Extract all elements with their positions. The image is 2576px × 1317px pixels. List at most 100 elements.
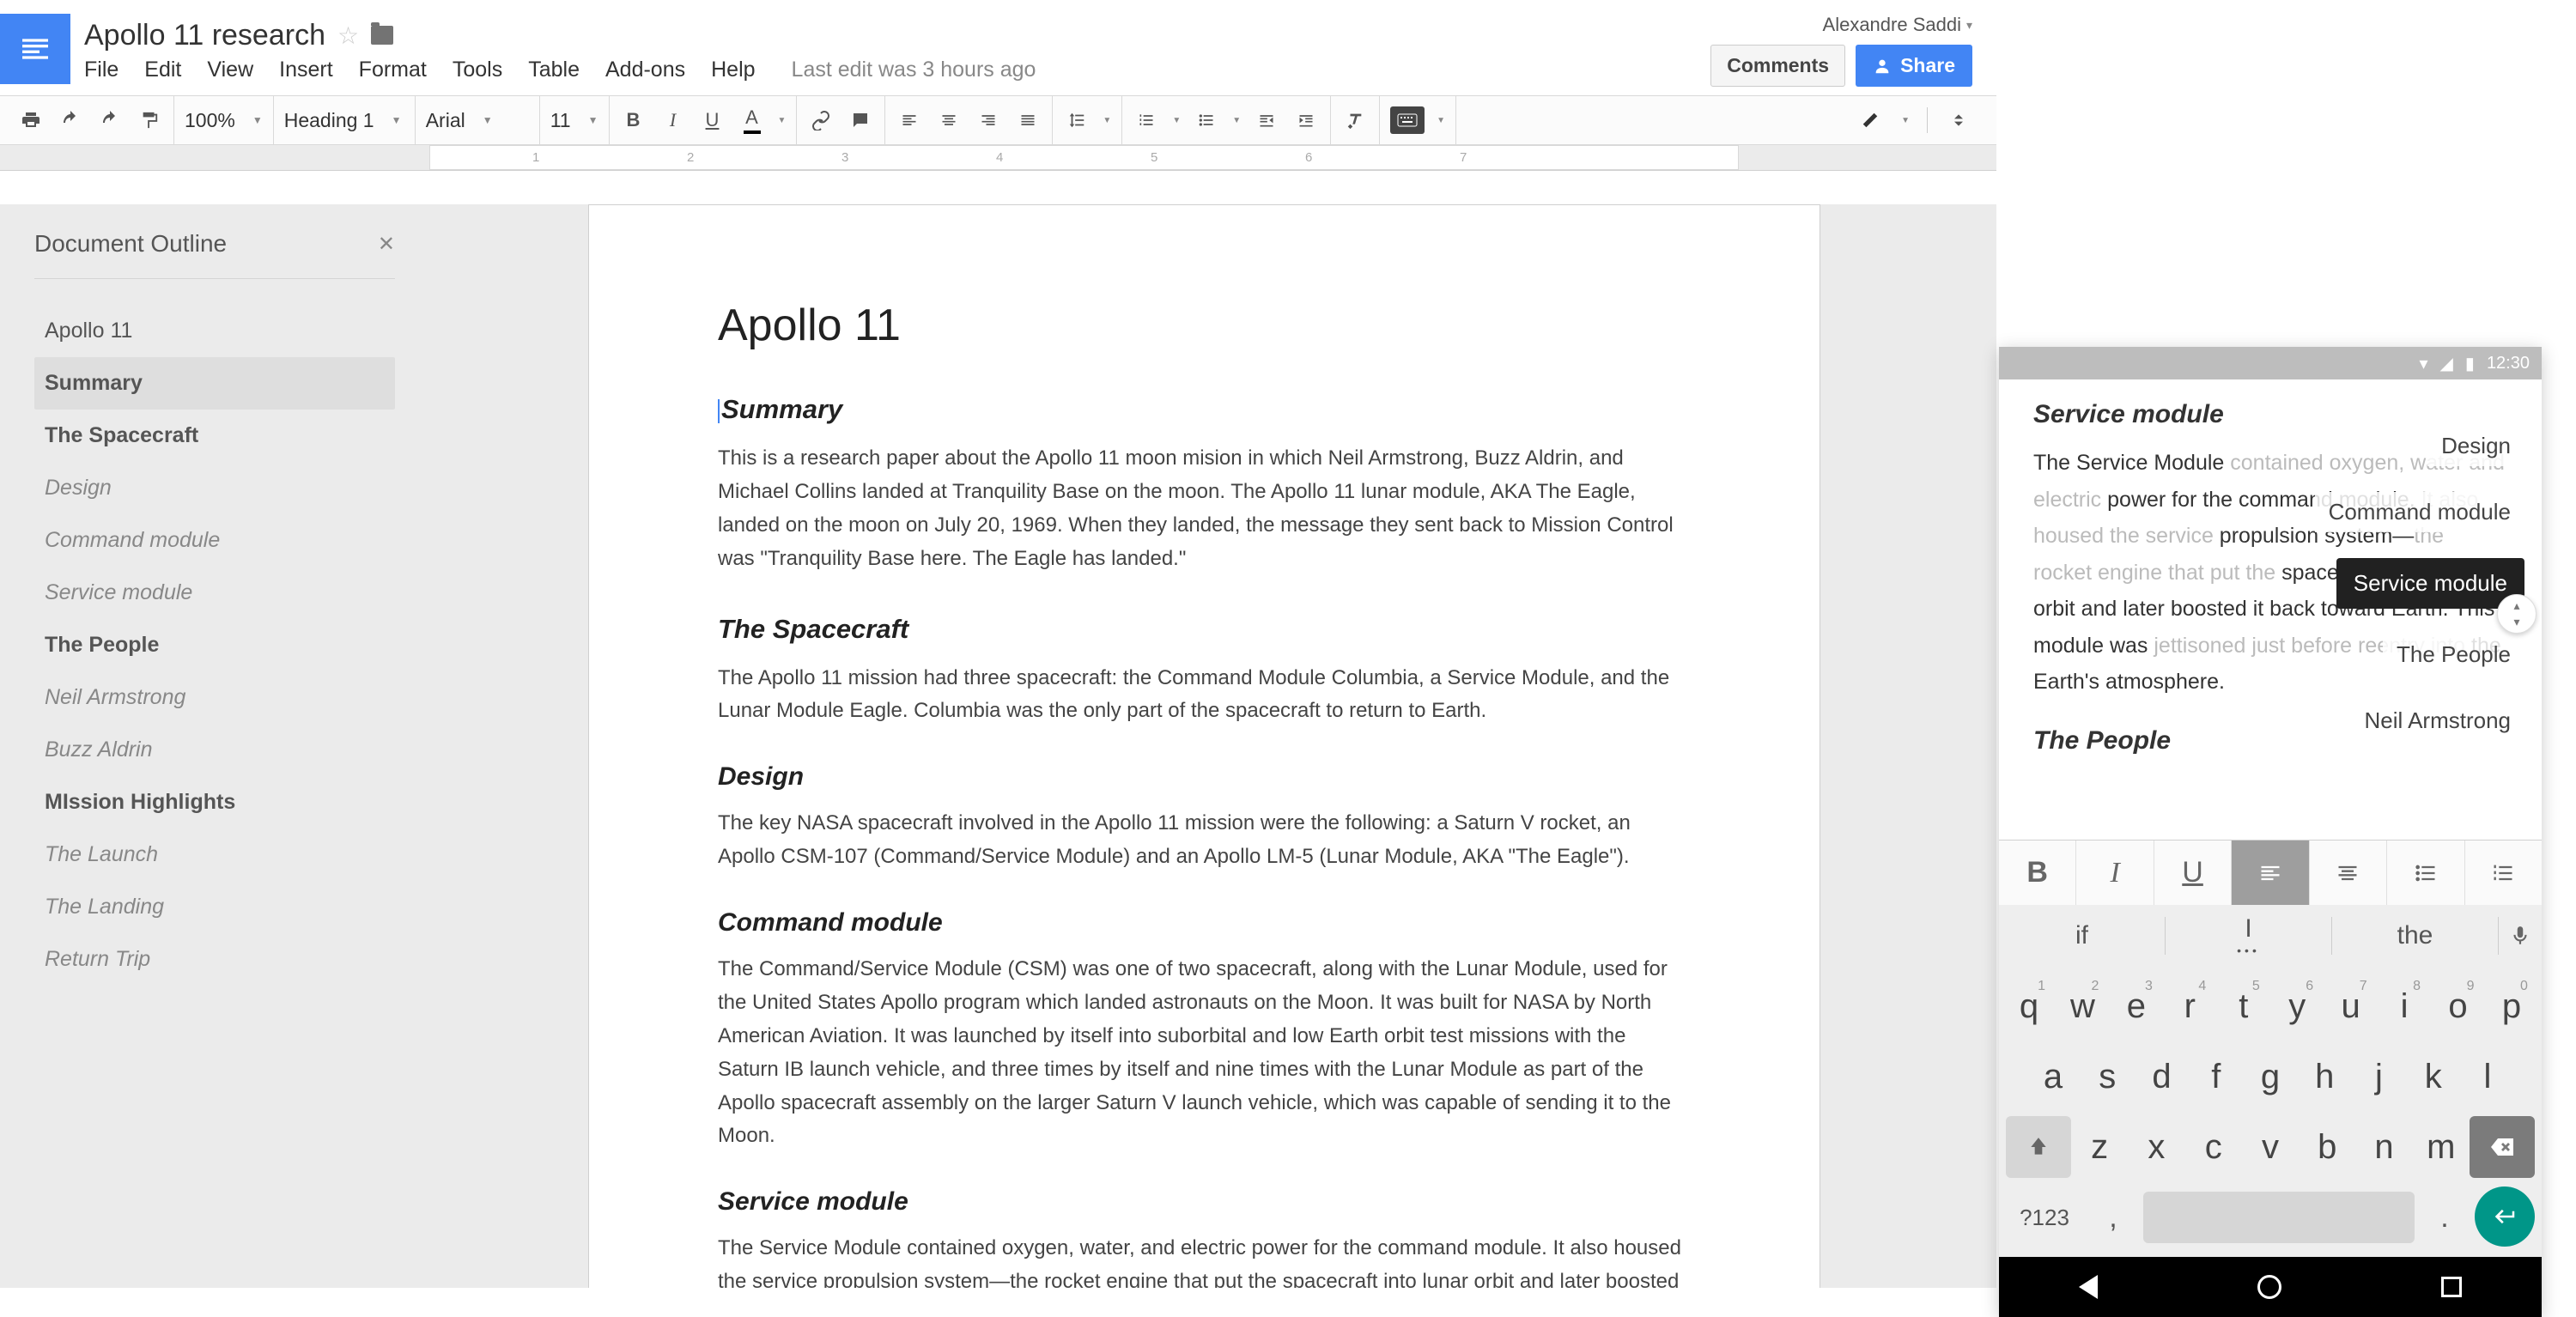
menu-tools[interactable]: Tools bbox=[453, 58, 502, 82]
document-page[interactable]: Apollo 11 SummaryThis is a research pape… bbox=[588, 204, 1820, 1288]
key-i[interactable]: i8 bbox=[2381, 975, 2427, 1037]
period-key[interactable]: . bbox=[2423, 1187, 2466, 1248]
key-r[interactable]: r4 bbox=[2166, 975, 2213, 1037]
key-c[interactable]: c bbox=[2190, 1116, 2237, 1178]
menu-format[interactable]: Format bbox=[359, 58, 427, 82]
suggestion-2[interactable]: I••• bbox=[2166, 917, 2332, 954]
mobile-bulleted-list-button[interactable] bbox=[2387, 841, 2464, 905]
align-right-icon[interactable] bbox=[975, 106, 1002, 134]
key-a[interactable]: a bbox=[2030, 1046, 2076, 1108]
key-e[interactable]: e3 bbox=[2113, 975, 2160, 1037]
enter-key[interactable] bbox=[2475, 1187, 2535, 1247]
outline-item[interactable]: The People bbox=[34, 619, 395, 671]
home-button[interactable] bbox=[2257, 1275, 2281, 1299]
share-button[interactable]: Share bbox=[1856, 45, 1972, 87]
bulleted-list-icon[interactable] bbox=[1193, 106, 1220, 134]
italic-button[interactable]: I bbox=[659, 106, 687, 134]
key-l[interactable]: l bbox=[2464, 1046, 2511, 1108]
bold-button[interactable]: B bbox=[620, 106, 647, 134]
comments-button[interactable]: Comments bbox=[1710, 45, 1845, 87]
symbols-key[interactable]: ?123 bbox=[2006, 1187, 2083, 1248]
folder-icon[interactable] bbox=[371, 26, 393, 45]
ruler[interactable]: 1 2 3 4 5 6 7 bbox=[0, 145, 1996, 171]
outline-item[interactable]: Return Trip bbox=[34, 933, 395, 986]
doc-paragraph[interactable]: The Apollo 11 mission had three spacecra… bbox=[718, 662, 1691, 729]
mobile-outline-item[interactable]: Command module bbox=[2315, 492, 2524, 532]
suggestion-1[interactable]: if bbox=[1999, 917, 2166, 954]
menu-view[interactable]: View bbox=[207, 58, 253, 82]
insert-link-icon[interactable] bbox=[807, 106, 835, 134]
doc-heading[interactable]: Summary bbox=[718, 394, 1691, 425]
star-icon[interactable]: ☆ bbox=[337, 21, 359, 50]
key-s[interactable]: s bbox=[2084, 1046, 2130, 1108]
decrease-indent-icon[interactable] bbox=[1253, 106, 1280, 134]
doc-heading[interactable]: The Spacecraft bbox=[718, 614, 1691, 645]
comma-key[interactable]: , bbox=[2092, 1187, 2135, 1248]
doc-paragraph[interactable]: The Command/Service Module (CSM) was one… bbox=[718, 953, 1691, 1153]
increase-indent-icon[interactable] bbox=[1292, 106, 1320, 134]
input-tools-icon[interactable] bbox=[1390, 106, 1425, 134]
text-color-dropdown[interactable]: ▼ bbox=[778, 116, 787, 125]
key-k[interactable]: k bbox=[2410, 1046, 2457, 1108]
doc-paragraph[interactable]: The key NASA spacecraft involved in the … bbox=[718, 807, 1691, 874]
outline-item[interactable]: The Launch bbox=[34, 828, 395, 881]
print-icon[interactable] bbox=[17, 106, 45, 134]
menu-edit[interactable]: Edit bbox=[144, 58, 181, 82]
outline-item[interactable]: Apollo 11 bbox=[34, 305, 395, 357]
key-t[interactable]: t5 bbox=[2221, 975, 2267, 1037]
docs-logo[interactable] bbox=[0, 14, 70, 84]
mobile-numbered-list-button[interactable] bbox=[2465, 841, 2542, 905]
key-v[interactable]: v bbox=[2247, 1116, 2293, 1178]
doc-heading[interactable]: Service module bbox=[718, 1187, 1691, 1217]
doc-heading-1[interactable]: Apollo 11 bbox=[718, 300, 1691, 351]
outline-item[interactable]: Service module bbox=[34, 567, 395, 619]
key-j[interactable]: j bbox=[2356, 1046, 2403, 1108]
close-icon[interactable]: ✕ bbox=[378, 232, 395, 257]
collapse-toolbar-icon[interactable] bbox=[1945, 106, 1972, 134]
outline-item[interactable]: The Landing bbox=[34, 881, 395, 933]
clear-formatting-icon[interactable] bbox=[1341, 106, 1369, 134]
doc-heading[interactable]: Command module bbox=[718, 908, 1691, 938]
undo-icon[interactable] bbox=[57, 106, 84, 134]
outline-item[interactable]: The Spacecraft bbox=[34, 410, 395, 462]
key-z[interactable]: z bbox=[2076, 1116, 2123, 1178]
mobile-outline-item[interactable]: The People bbox=[2383, 634, 2524, 675]
zoom-select[interactable]: 100%▼ bbox=[185, 109, 263, 132]
editing-mode-icon[interactable] bbox=[1856, 106, 1884, 134]
insert-comment-icon[interactable] bbox=[847, 106, 874, 134]
key-x[interactable]: x bbox=[2133, 1116, 2179, 1178]
menu-insert[interactable]: Insert bbox=[279, 58, 333, 82]
doc-paragraph[interactable]: The Service Module contained oxygen, wat… bbox=[718, 1232, 1691, 1288]
outline-item[interactable]: MIssion Highlights bbox=[34, 776, 395, 828]
menu-help[interactable]: Help bbox=[711, 58, 755, 82]
document-title[interactable]: Apollo 11 research bbox=[84, 19, 325, 52]
key-p[interactable]: p0 bbox=[2488, 975, 2535, 1037]
line-spacing-icon[interactable] bbox=[1063, 106, 1091, 134]
align-left-icon[interactable] bbox=[896, 106, 923, 134]
key-n[interactable]: n bbox=[2361, 1116, 2408, 1178]
outline-item[interactable]: Summary bbox=[34, 357, 395, 410]
key-h[interactable]: h bbox=[2301, 1046, 2348, 1108]
mobile-document[interactable]: Service module The Service Module contai… bbox=[1999, 379, 2542, 840]
key-o[interactable]: o9 bbox=[2435, 975, 2482, 1037]
shift-key[interactable] bbox=[2006, 1116, 2071, 1178]
menu-addons[interactable]: Add-ons bbox=[605, 58, 685, 82]
underline-button[interactable]: U bbox=[699, 106, 726, 134]
key-b[interactable]: b bbox=[2304, 1116, 2350, 1178]
backspace-key[interactable] bbox=[2470, 1116, 2535, 1178]
recents-button[interactable] bbox=[2441, 1277, 2462, 1297]
paint-format-icon[interactable] bbox=[136, 106, 163, 134]
text-color-button[interactable]: A bbox=[738, 106, 766, 134]
paragraph-style-select[interactable]: Heading 1▼ bbox=[284, 109, 404, 132]
key-f[interactable]: f bbox=[2193, 1046, 2239, 1108]
scroll-handle[interactable]: ▴▾ bbox=[2497, 594, 2537, 634]
menu-table[interactable]: Table bbox=[528, 58, 580, 82]
key-d[interactable]: d bbox=[2139, 1046, 2185, 1108]
suggestion-3[interactable]: the bbox=[2332, 917, 2499, 954]
mobile-outline-item[interactable]: Service module bbox=[2336, 558, 2524, 609]
align-justify-icon[interactable] bbox=[1014, 106, 1042, 134]
account-menu[interactable]: Alexandre Saddi bbox=[1823, 14, 1972, 36]
outline-item[interactable]: Buzz Aldrin bbox=[34, 724, 395, 776]
mobile-outline-item[interactable]: Design bbox=[2427, 426, 2524, 466]
mobile-bold-button[interactable]: B bbox=[1999, 841, 2076, 905]
